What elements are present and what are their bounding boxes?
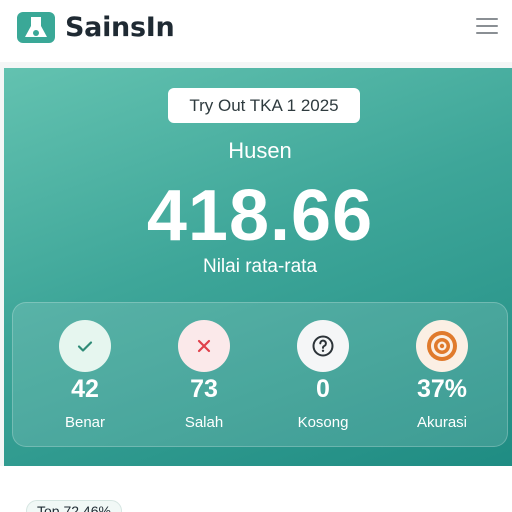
x-icon [178,320,230,372]
score-label: Nilai rata-rata [202,256,318,277]
stat-wrong: 73 Salah [142,303,266,448]
top-navbar: SainsIn [0,0,512,62]
stat-label: Benar [64,414,106,431]
rank-badge: Top 72.46% [26,500,122,512]
question-icon [297,320,349,372]
stats-card: 42 Benar 73 Salah 0 Kosong 37% Akurasi [12,302,508,447]
stat-value: 0 [316,375,330,403]
brand-name[interactable]: SainsIn [65,12,175,43]
stat-correct: 42 Benar [23,303,147,448]
event-badge: Try Out TKA 1 2025 [168,88,360,123]
student-name: Husen [228,138,292,163]
ranking-section: Top 72.46% [0,466,512,512]
result-hero: Try Out TKA 1 2025 Husen 418.66 Nilai ra… [4,68,512,466]
hamburger-menu-icon[interactable] [474,18,500,38]
stat-empty: 0 Kosong [261,303,385,448]
target-icon [416,320,468,372]
stat-label: Akurasi [416,414,468,431]
stat-label: Kosong [297,414,349,431]
stat-value: 73 [190,375,218,403]
stat-value: 37% [416,375,468,403]
stat-label: Salah [184,414,224,431]
check-icon [59,320,111,372]
stat-accuracy: 37% Akurasi [380,303,504,448]
stat-value: 42 [71,375,99,403]
average-score: 418.66 [146,176,374,256]
flask-icon[interactable] [17,12,55,43]
